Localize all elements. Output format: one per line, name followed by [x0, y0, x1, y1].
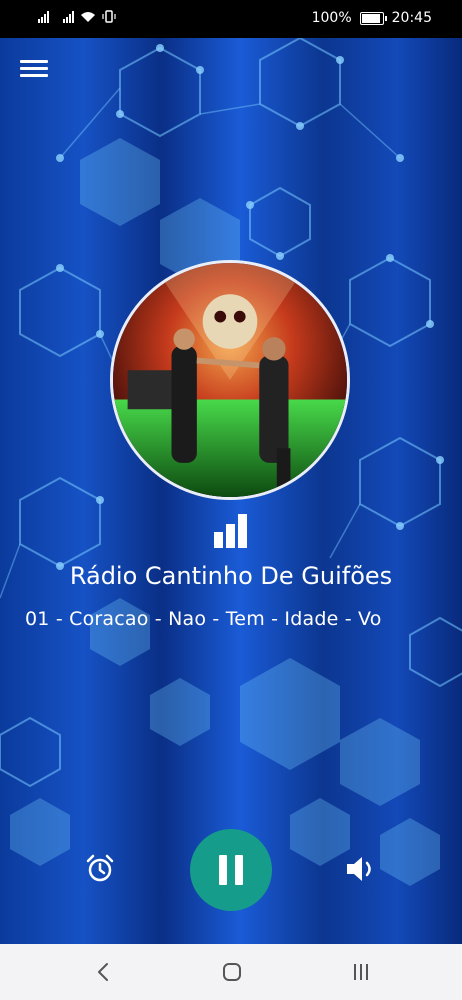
- station-name: Rádio Cantinho De Guifões: [69, 562, 393, 590]
- wifi-icon: [81, 12, 95, 22]
- recents-icon[interactable]: [348, 960, 374, 984]
- battery-percent: 100%: [311, 10, 352, 26]
- home-icon[interactable]: [220, 960, 244, 984]
- clock: 20:45: [391, 10, 432, 26]
- track-title: 01 - Coracao - Nao - Tem - Idade - Vo: [25, 608, 382, 630]
- status-right: 100% 20:45: [312, 10, 432, 26]
- alarm-clock-icon[interactable]: [84, 853, 116, 885]
- vibrate-icon: [102, 10, 116, 23]
- signal-icon: [63, 10, 74, 23]
- signal-icon: [38, 10, 49, 23]
- battery-fill: [361, 13, 380, 23]
- status-bar: 100% 20:45: [0, 0, 462, 38]
- volume-icon[interactable]: [344, 853, 378, 885]
- pause-icon: [219, 855, 243, 885]
- back-icon[interactable]: [90, 958, 116, 986]
- status-left: [38, 10, 116, 23]
- screen: 100% 20:45 Rádio Cantinho De Guifões 01 …: [0, 0, 462, 1000]
- concert-photo: [113, 263, 347, 497]
- player-screen: Rádio Cantinho De Guifões 01 - Coracao -…: [0, 38, 462, 944]
- play-pause-button[interactable]: [190, 829, 272, 911]
- equalizer-icon: [214, 514, 247, 548]
- station-artwork: [110, 260, 350, 500]
- navigation-bar: [0, 944, 462, 1000]
- battery-icon: [359, 11, 387, 25]
- hamburger-menu-icon[interactable]: [20, 60, 48, 82]
